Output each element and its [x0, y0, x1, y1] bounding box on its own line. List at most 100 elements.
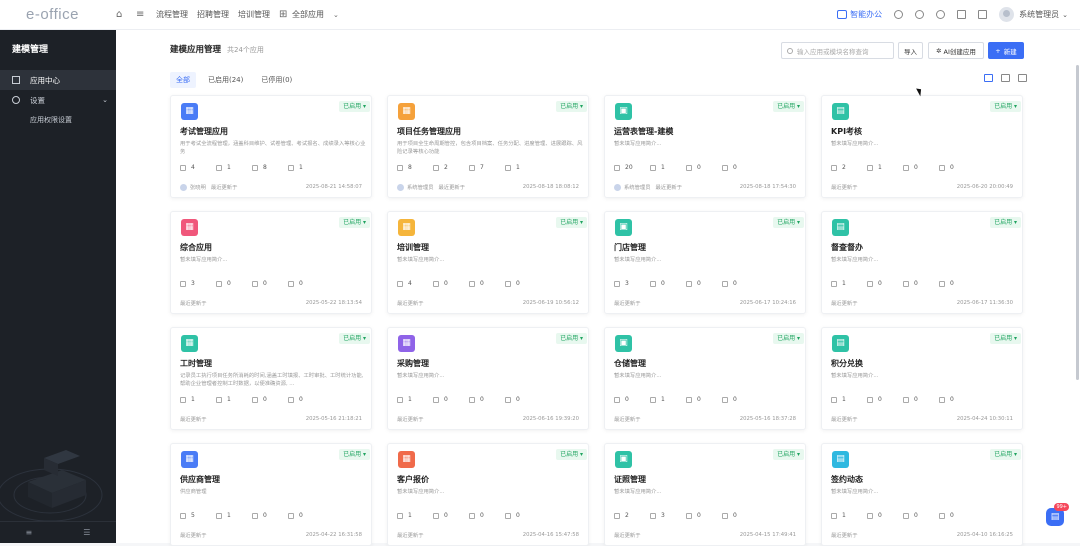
stat-value: 1	[408, 396, 412, 403]
stat-item: 1	[397, 396, 433, 403]
app-description: 用于项目全生命周期管控，包含项目档案、任务分配、进度管理、进展跟踪、风险记录等核…	[397, 141, 583, 155]
updated-label: 最近更新于	[180, 417, 207, 423]
sidebar-item-settings[interactable]: 设置 ⌄	[0, 90, 116, 110]
import-button[interactable]: 导入	[898, 42, 923, 59]
collapse-icon[interactable]: ≡	[26, 528, 33, 537]
chat-button[interactable]: ▤ 99+	[1046, 503, 1069, 526]
clock-icon[interactable]	[936, 10, 946, 19]
updated-label: 最近更新于	[210, 185, 238, 191]
status-badge[interactable]: 已启用 ▾	[990, 333, 1021, 344]
app-footer: 系统管理员 最近更新于 2025-08-18 18:08:12	[397, 183, 579, 191]
nav-workflow[interactable]: 流程管理	[156, 9, 188, 20]
stat-value: 1	[516, 164, 520, 171]
status-badge[interactable]: 已启用 ▾	[339, 101, 370, 112]
nav-training[interactable]: 培训管理	[238, 9, 270, 20]
smart-office-link[interactable]: 智能办公	[837, 9, 882, 20]
flow-icon	[722, 164, 728, 171]
user-name[interactable]: 系统管理员	[1019, 9, 1059, 20]
app-card[interactable]: ▦ 已启用 ▾ 采购管理 暂未填写应用简介... 1 0 0 0 最近更新于 2025-06-16…	[387, 327, 589, 430]
document-icon[interactable]	[978, 10, 988, 19]
table-view-icon[interactable]	[1001, 74, 1010, 82]
app-card[interactable]: ▤ 已启用 ▾ 督查督办 暂未填写应用简介... 1 0 0 0 最近更新于 2025-06-17…	[821, 211, 1023, 314]
download-icon[interactable]	[957, 10, 967, 19]
status-badge[interactable]: 已启用 ▾	[990, 449, 1021, 460]
card-view-icon[interactable]	[984, 74, 993, 82]
status-badge[interactable]: 已启用 ▾	[339, 449, 370, 460]
stat-item: 0	[722, 512, 758, 519]
form-icon	[867, 396, 873, 403]
scrollbar[interactable]	[1076, 65, 1079, 380]
status-label: 已启用	[994, 451, 1013, 458]
app-description: 暂未填写应用简介...	[180, 257, 228, 263]
ai-create-button[interactable]: ✲ AI创建应用	[928, 42, 984, 59]
status-badge[interactable]: 已启用 ▾	[556, 217, 587, 228]
app-card[interactable]: ▣ 已启用 ▾ 门店管理 暂未填写应用简介... 3 0 0 0 最近更新于 2025-06-17…	[604, 211, 806, 314]
stat-value: 0	[733, 280, 737, 287]
sidebar-item-app-center[interactable]: 应用中心	[0, 70, 116, 90]
stat-value: 0	[697, 280, 701, 287]
app-card[interactable]: ▣ 已启用 ▾ 运营表管理-建模 暂未填写应用简介... 20 1 0 0 系统管理员 最近更新于…	[604, 95, 806, 198]
status-badge[interactable]: 已启用 ▾	[990, 217, 1021, 228]
menu-toggle-icon[interactable]: ☰	[83, 528, 90, 537]
page-title: 建模应用管理	[170, 45, 222, 55]
status-label: 已启用	[994, 335, 1013, 342]
home-icon[interactable]: ⌂	[116, 9, 126, 20]
app-card[interactable]: ▤ 已启用 ▾ KPI考核 暂未填写应用简介... 2 1 0 0 最近更新于 2025-06-2…	[821, 95, 1023, 198]
tab-disabled[interactable]: 已停用(0)	[255, 72, 298, 88]
app-card[interactable]: ▣ 已启用 ▾ 证照管理 暂未填写应用简介... 2 3 0 0 最近更新于 2025-04-15…	[604, 443, 806, 546]
new-button[interactable]: + 新建	[988, 42, 1024, 59]
app-card[interactable]: ▤ 已启用 ▾ 签约动态 暂未填写应用简介... 1 0 0 0 最近更新于 2025-04-10…	[821, 443, 1023, 546]
stat-item: 0	[686, 512, 722, 519]
table-icon	[397, 164, 403, 171]
table-icon	[831, 512, 837, 519]
status-badge[interactable]: 已启用 ▾	[773, 101, 804, 112]
menu-icon[interactable]: ≡	[136, 9, 146, 20]
chart-icon	[903, 512, 909, 519]
stat-item: 0	[867, 280, 903, 287]
app-card[interactable]: ▦ 已启用 ▾ 培训管理 暂未填写应用简介... 4 0 0 0 最近更新于 2025-06-19…	[387, 211, 589, 314]
form-icon	[867, 512, 873, 519]
app-title: 积分兑换	[831, 359, 863, 368]
status-badge[interactable]: 已启用 ▾	[339, 333, 370, 344]
app-card[interactable]: ▦ 已启用 ▾ 工时管理 记录员工执行项目任务所消耗的时间,涵盖工时填报、工时审批、工…	[170, 327, 372, 430]
tab-enabled[interactable]: 已启用(24)	[202, 72, 249, 88]
app-card[interactable]: ▦ 已启用 ▾ 考试管理应用 用于考试全流程管理，涵盖科目维护、试卷管理、考试报名、成…	[170, 95, 372, 198]
flow-icon	[722, 396, 728, 403]
app-title: 培训管理	[397, 243, 429, 252]
stat-value: 3	[661, 512, 665, 519]
status-badge[interactable]: 已启用 ▾	[556, 333, 587, 344]
help-icon[interactable]	[915, 10, 925, 19]
app-card[interactable]: ▦ 已启用 ▾ 项目任务管理应用 用于项目全生命周期管控，包含项目档案、任务分配、进度…	[387, 95, 589, 198]
app-card[interactable]: ▤ 已启用 ▾ 积分兑换 暂未填写应用简介... 1 0 0 0 最近更新于 2025-04-24…	[821, 327, 1023, 430]
chevron-down-icon[interactable]: ⌄	[333, 10, 343, 20]
status-badge[interactable]: 已启用 ▾	[773, 449, 804, 460]
app-card[interactable]: ▣ 已启用 ▾ 仓储管理 暂未填写应用简介... 0 1 0 0 最近更新于 2025-05-16…	[604, 327, 806, 430]
status-badge[interactable]: 已启用 ▾	[990, 101, 1021, 112]
app-card[interactable]: ▦ 已启用 ▾ 综合应用 暂未填写应用简介... 3 0 0 0 最近更新于 2025-05-22…	[170, 211, 372, 314]
stat-value: 0	[480, 512, 484, 519]
avatar[interactable]	[999, 7, 1015, 22]
app-icon: ▣	[615, 451, 632, 468]
table-icon	[180, 396, 186, 403]
search-input[interactable]: 输入应用或模块名称查询	[781, 42, 894, 59]
chevron-down-icon[interactable]: ⌄	[1062, 11, 1068, 19]
stat-item: 0	[252, 280, 288, 287]
status-badge[interactable]: 已启用 ▾	[339, 217, 370, 228]
nav-recruit[interactable]: 招聘管理	[197, 9, 229, 20]
sidebar-item-app-permission[interactable]: 应用权限设置	[0, 110, 116, 130]
search-icon[interactable]	[894, 10, 904, 19]
app-description: 暂未填写应用简介...	[397, 257, 445, 263]
form-icon	[433, 280, 439, 287]
app-stats: 3 0 0 0	[614, 280, 758, 287]
status-badge[interactable]: 已启用 ▾	[556, 449, 587, 460]
status-badge[interactable]: 已启用 ▾	[773, 333, 804, 344]
app-card[interactable]: ▦ 已启用 ▾ 客户报价 暂未填写应用简介... 1 0 0 0 最近更新于 2025-04-16…	[387, 443, 589, 546]
status-badge[interactable]: 已启用 ▾	[773, 217, 804, 228]
status-badge[interactable]: 已启用 ▾	[556, 101, 587, 112]
app-card[interactable]: ▦ 已启用 ▾ 供应商管理 供应商管理 5 1 0 0 最近更新于 2025-04-22 16:3…	[170, 443, 372, 546]
updated-time: 2025-04-16 15:47:58	[522, 532, 579, 538]
sort-icon[interactable]	[1018, 74, 1027, 82]
tab-all[interactable]: 全部	[170, 72, 196, 88]
nav-all-apps[interactable]: 全部应用	[292, 9, 324, 20]
stat-value: 7	[480, 164, 484, 171]
